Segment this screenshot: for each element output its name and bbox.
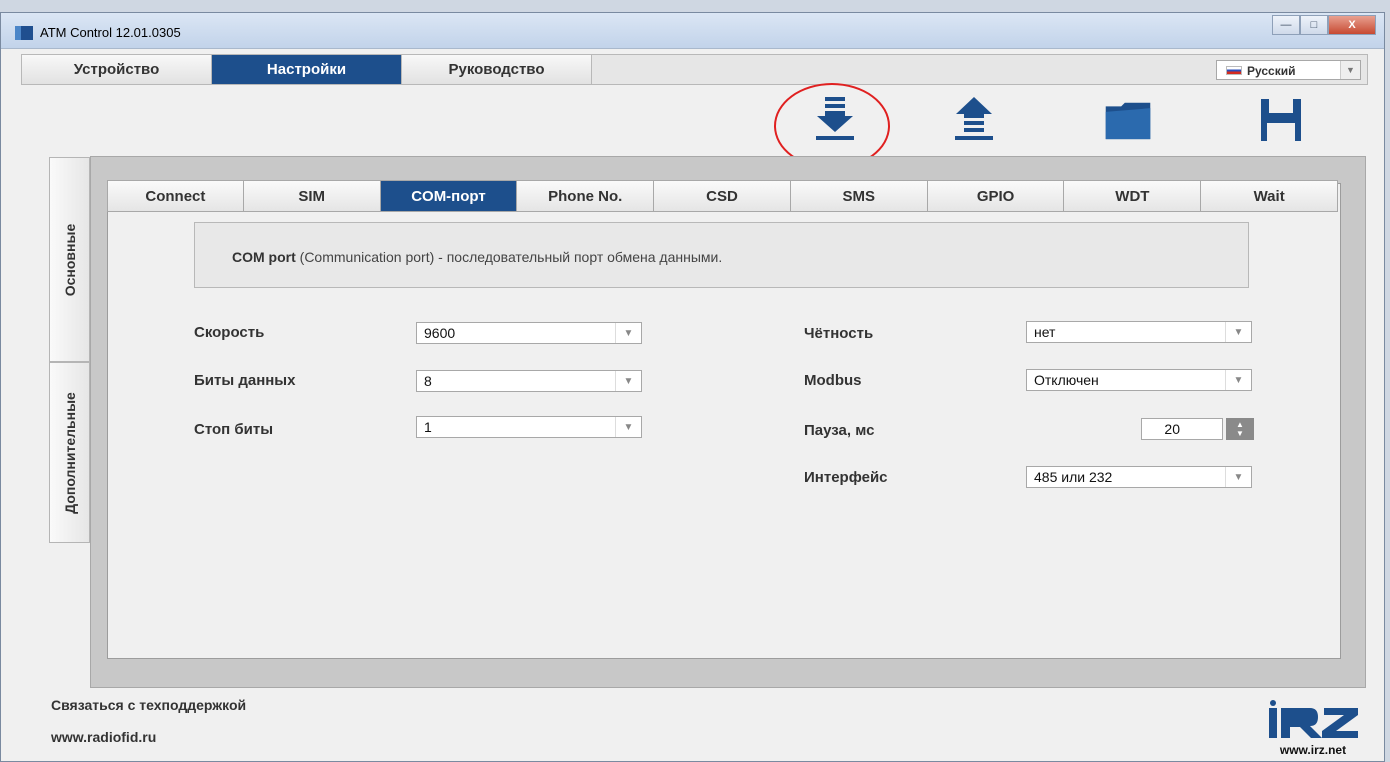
interface-label: Интерфейс	[804, 469, 888, 486]
data-bits-value: 8	[424, 373, 432, 389]
title-bar: ATM Control 12.01.0305 — □ X	[1, 13, 1384, 49]
chevron-down-icon: ▼	[1225, 370, 1251, 390]
parity-label: Чётность	[804, 325, 874, 342]
modbus-label: Modbus	[804, 372, 862, 389]
parity-select[interactable]: нет ▼	[1026, 321, 1252, 343]
maximize-button[interactable]: □	[1300, 15, 1328, 35]
data-bits-label: Биты данных	[194, 372, 296, 389]
speed-label: Скорость	[194, 324, 265, 341]
minimize-button[interactable]: —	[1272, 15, 1300, 35]
tab-connect[interactable]: Connect	[107, 180, 244, 212]
info-text: COM port (Communication port) - последов…	[232, 249, 722, 265]
spinner-arrows-icon[interactable]: ▲ ▼	[1226, 418, 1254, 440]
pause-label: Пауза, мс	[804, 422, 875, 439]
logo-site: www.irz.net	[1279, 743, 1346, 757]
tab-additional[interactable]: Дополнительные	[49, 362, 90, 543]
interface-select[interactable]: 485 или 232 ▼	[1026, 466, 1252, 488]
pause-value[interactable]: 20	[1141, 418, 1223, 440]
tab-sim[interactable]: SIM	[243, 180, 381, 212]
tab-phone-no[interactable]: Phone No.	[517, 180, 655, 212]
tab-manual[interactable]: Руководство	[402, 55, 592, 84]
tab-additional-label: Дополнительные	[61, 391, 78, 514]
modbus-select[interactable]: Отключен ▼	[1026, 369, 1252, 391]
stop-bits-select[interactable]: 1 ▼	[416, 416, 642, 438]
save-floppy-icon[interactable]	[1256, 95, 1306, 145]
window-controls: — □ X	[1272, 15, 1376, 35]
language-select[interactable]: Русский ▼	[1216, 60, 1361, 80]
russia-flag-icon	[1226, 66, 1242, 75]
speed-select[interactable]: 9600 ▼	[416, 322, 642, 344]
tab-basic[interactable]: Основные	[49, 157, 90, 362]
tab-wait[interactable]: Wait	[1201, 180, 1339, 212]
modbus-value: Отключен	[1034, 372, 1099, 388]
info-description: (Communication port) - последовательный …	[295, 249, 723, 265]
data-bits-select[interactable]: 8 ▼	[416, 370, 642, 392]
info-bold: COM port	[232, 249, 296, 265]
chevron-down-icon: ▼	[1225, 322, 1251, 342]
parity-value: нет	[1034, 324, 1056, 340]
window-title: ATM Control 12.01.0305	[40, 25, 181, 40]
chevron-down-icon: ▼	[615, 417, 641, 437]
irz-logo: www.irz.net	[1269, 700, 1358, 757]
language-value: Русский	[1247, 64, 1296, 78]
tab-sms[interactable]: SMS	[790, 180, 928, 212]
tab-device[interactable]: Устройство	[22, 55, 212, 84]
stop-bits-label: Стоп биты	[194, 421, 274, 438]
chevron-down-icon: ▼	[1225, 467, 1251, 487]
chevron-down-icon: ▼	[615, 323, 641, 343]
website-link[interactable]: www.radiofid.ru	[51, 729, 156, 745]
chevron-down-icon: ▼	[1340, 61, 1360, 79]
tab-settings[interactable]: Настройки	[212, 55, 402, 84]
stop-bits-value: 1	[424, 419, 432, 435]
tab-wdt[interactable]: WDT	[1064, 180, 1202, 212]
app-icon	[15, 26, 33, 40]
tab-com-port[interactable]: COM-порт	[380, 180, 518, 212]
pause-spinner[interactable]: 20 ▲ ▼	[1141, 418, 1254, 440]
app-window: ATM Control 12.01.0305 — □ X Устройство …	[0, 12, 1385, 762]
sub-tab-bar: Connect SIM COM-порт Phone No. CSD SMS G…	[107, 180, 1339, 212]
interface-value: 485 или 232	[1034, 469, 1113, 485]
close-button[interactable]: X	[1328, 15, 1376, 35]
support-link[interactable]: Связаться с техподдержкой	[51, 697, 246, 713]
folder-icon[interactable]	[1103, 95, 1153, 145]
tab-gpio[interactable]: GPIO	[927, 180, 1065, 212]
speed-value: 9600	[424, 325, 456, 341]
tab-basic-label: Основные	[61, 223, 78, 296]
main-tab-bar: Устройство Настройки Руководство Русский…	[21, 54, 1368, 85]
tab-csd[interactable]: CSD	[654, 180, 791, 212]
chevron-down-icon: ▼	[615, 371, 641, 391]
info-box: COM port (Communication port) - последов…	[194, 222, 1249, 288]
upload-arrow-icon[interactable]	[949, 95, 999, 145]
